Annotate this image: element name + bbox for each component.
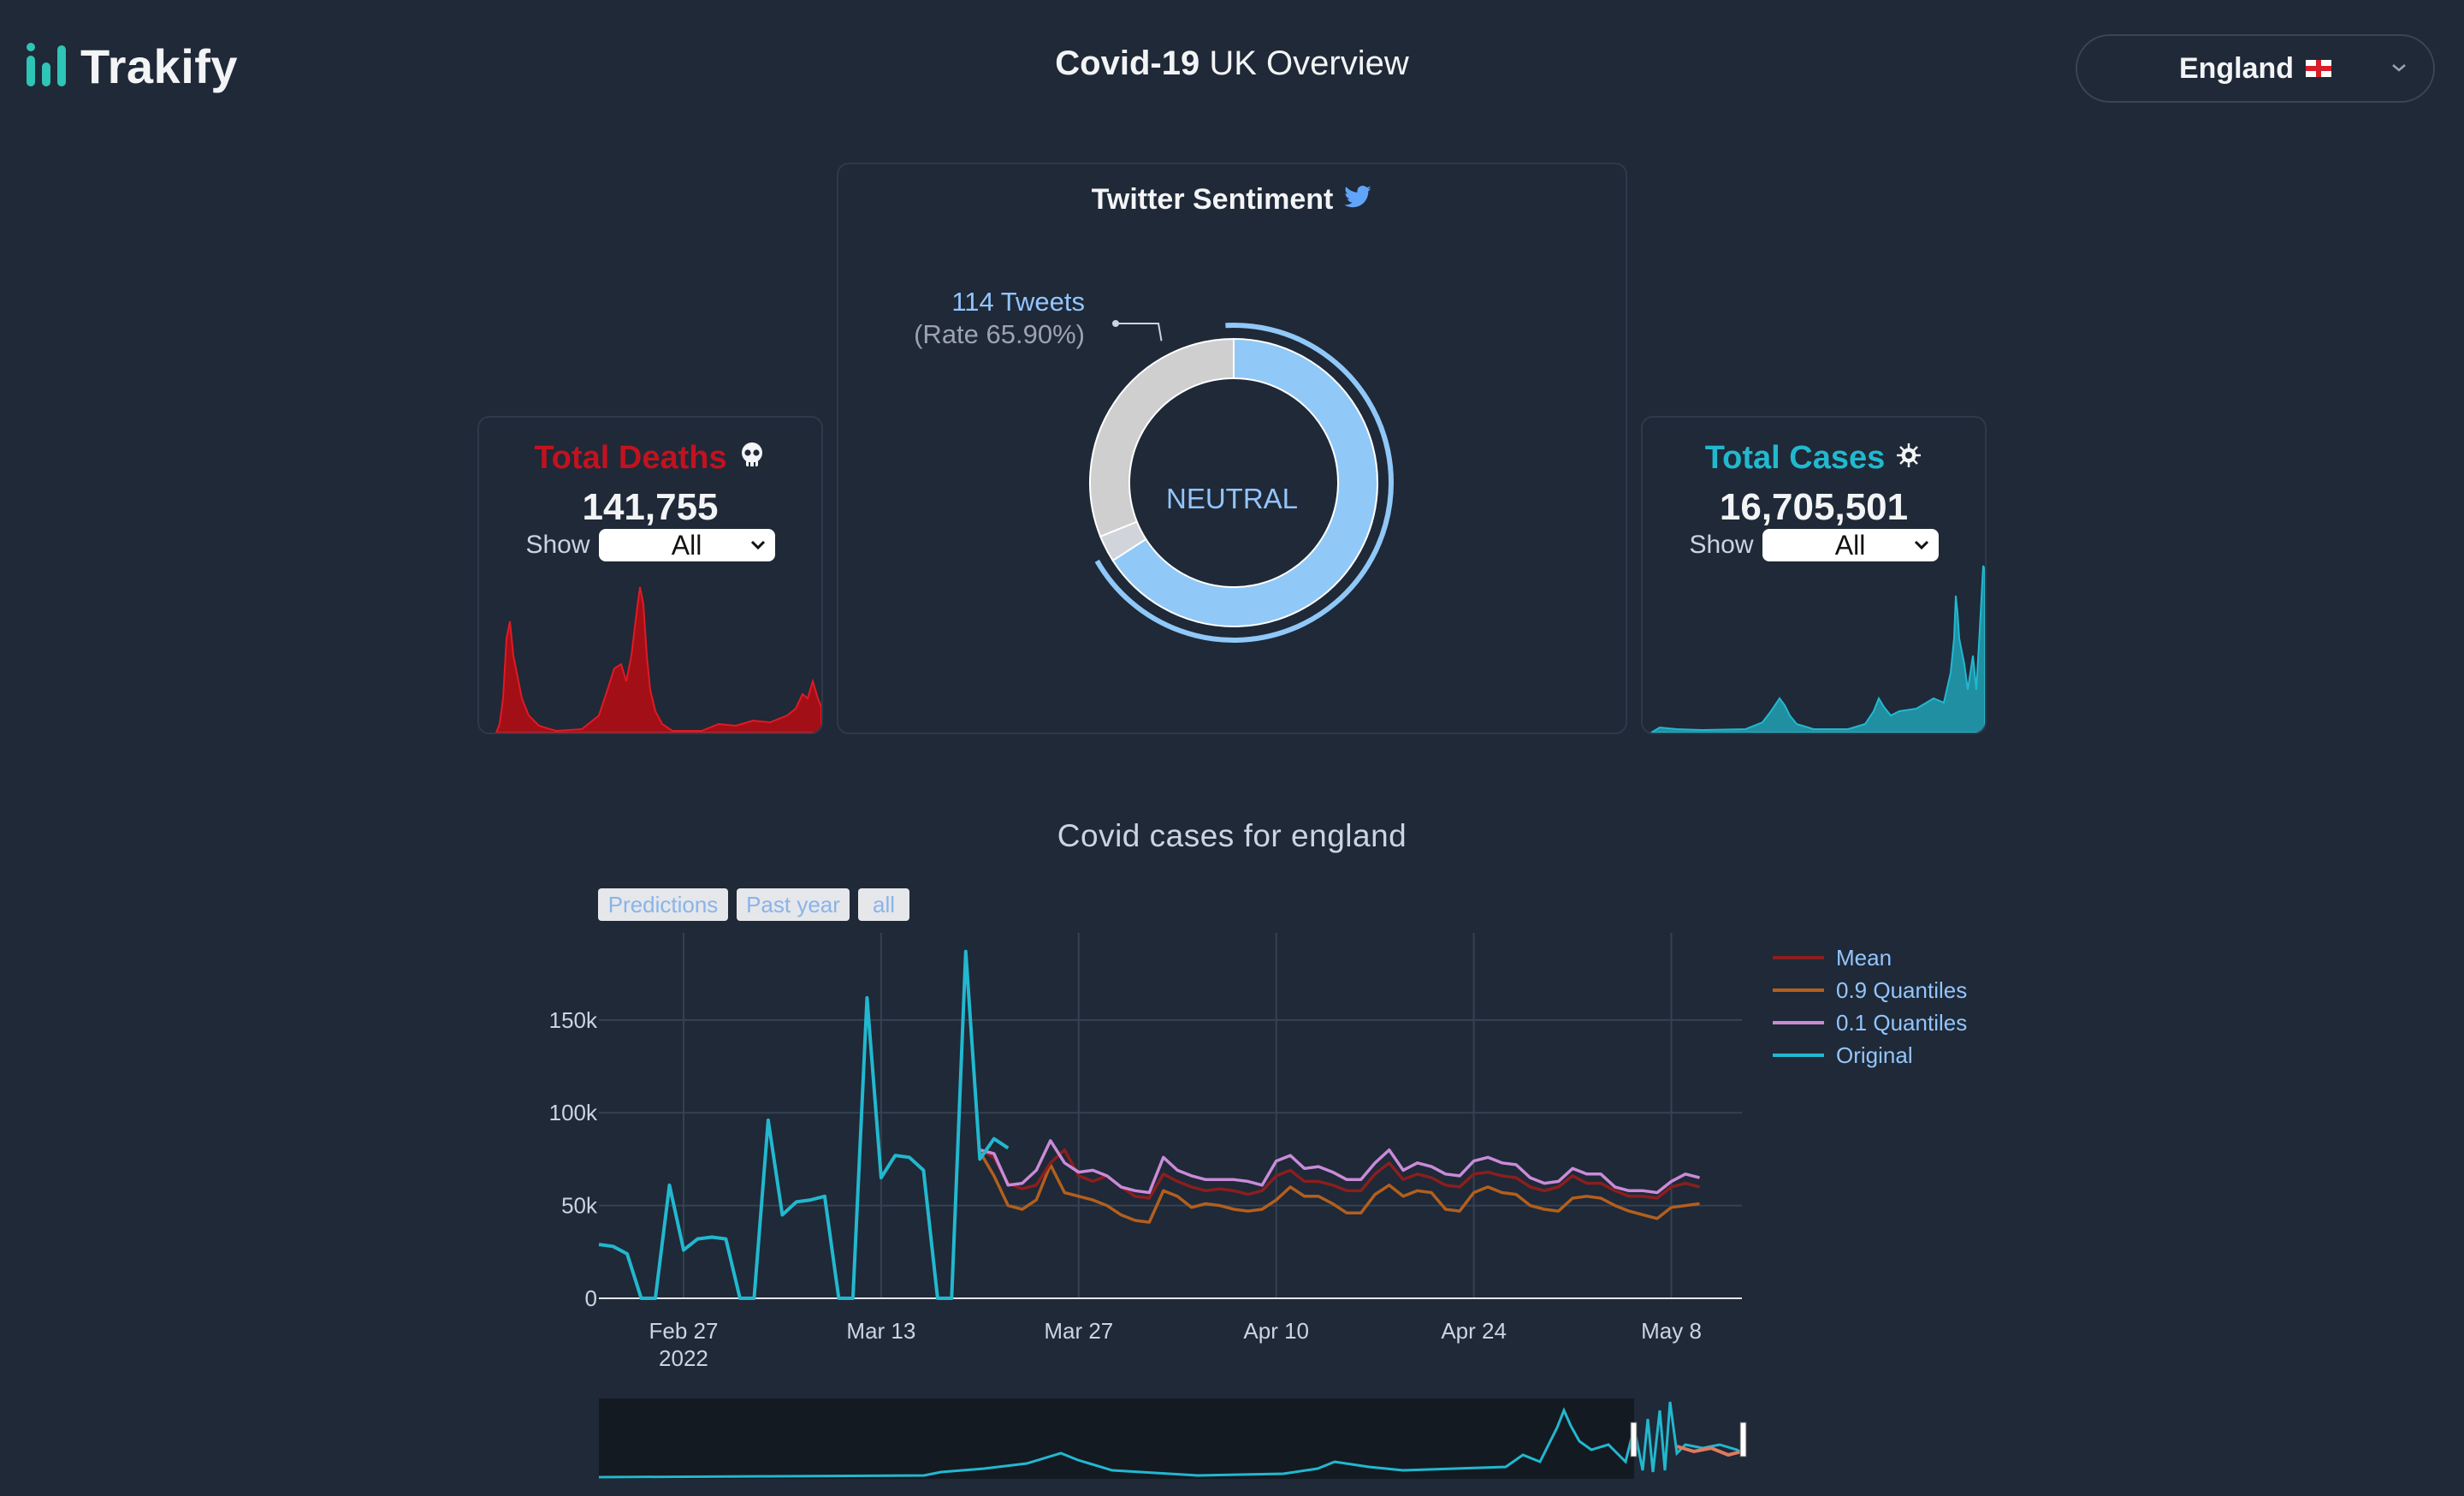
- legend-label-original: Original: [1836, 1042, 1913, 1068]
- legend-label-q01: 0.1 Quantiles: [1836, 1009, 1968, 1036]
- y-tick-label: 150k: [549, 1007, 598, 1033]
- original-line[interactable]: [598, 949, 1010, 1300]
- legend-item-q09[interactable]: 0.9 Quantiles: [1773, 974, 1967, 1006]
- x-tick-label: 2022: [659, 1345, 708, 1371]
- legend-item-q01[interactable]: 0.1 Quantiles: [1773, 1006, 1967, 1039]
- range-slider-mask: [599, 1398, 1035, 1479]
- legend-swatch-q09: [1773, 988, 1824, 992]
- y-tick-label: 50k: [561, 1193, 598, 1219]
- legend-label-mean: Mean: [1836, 944, 1892, 971]
- y-tick-label: 100k: [549, 1100, 598, 1125]
- legend-swatch-q01: [1773, 1021, 1824, 1024]
- chart-legend: Mean 0.9 Quantiles 0.1 Quantiles Origina…: [1773, 941, 1967, 1072]
- x-tick-label: Feb 27: [649, 1318, 718, 1344]
- x-tick-label: Mar 13: [846, 1318, 915, 1344]
- x-tick-label: Mar 27: [1044, 1318, 1113, 1344]
- range-slider-left-handle[interactable]: [1630, 1422, 1638, 1457]
- legend-swatch-mean: [1773, 956, 1824, 959]
- q01-line[interactable]: [979, 1139, 1700, 1195]
- legend-label-q09: 0.9 Quantiles: [1836, 977, 1968, 1003]
- legend-item-mean[interactable]: Mean: [1773, 941, 1967, 974]
- legend-swatch-original: [1773, 1054, 1824, 1057]
- x-tick-label: May 8: [1641, 1318, 1702, 1344]
- x-tick-label: Apr 24: [1441, 1318, 1507, 1344]
- covid-cases-line-chart[interactable]: Feb 272022 Mar 13 Mar 27 Apr 10 Apr 24 May 8 0…: [0, 0, 2464, 1496]
- range-slider-mask-2: [1035, 1398, 1634, 1479]
- range-slider-right-handle[interactable]: [1739, 1422, 1747, 1457]
- x-tick-label: Apr 10: [1243, 1318, 1309, 1344]
- y-tick-label: 0: [585, 1285, 597, 1311]
- legend-item-original[interactable]: Original: [1773, 1039, 1967, 1072]
